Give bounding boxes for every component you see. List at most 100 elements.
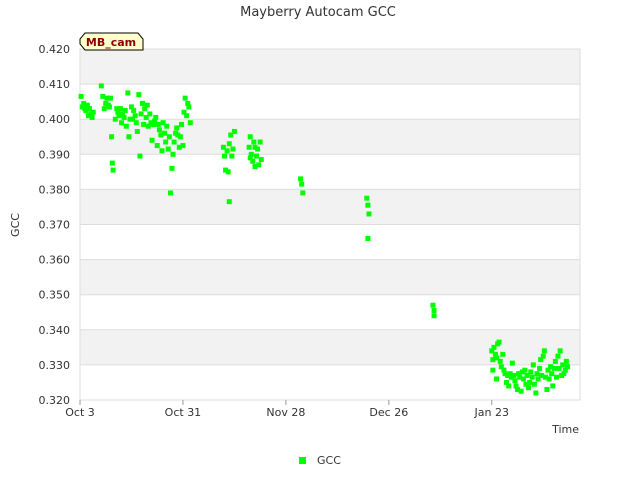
data-point: [511, 372, 517, 378]
data-point: [108, 95, 114, 101]
data-point: [90, 109, 96, 115]
data-point: [174, 125, 180, 131]
data-point: [496, 339, 502, 345]
data-point: [544, 386, 550, 392]
data-point: [526, 385, 532, 391]
data-point: [162, 130, 168, 136]
data-point: [170, 151, 176, 157]
y-tick-label: 0.330: [39, 359, 71, 372]
data-point: [132, 113, 138, 119]
data-point: [563, 358, 569, 364]
y-tick-label: 0.360: [39, 254, 71, 267]
chart-title: Mayberry Autocam GCC: [240, 5, 396, 20]
data-point: [117, 106, 123, 112]
data-point: [528, 369, 534, 375]
data-point: [98, 83, 104, 89]
data-point: [134, 128, 140, 134]
x-axis-ticks: Oct 3 Oct 31 Nov 28 Dec 26 Jan 23: [65, 400, 509, 419]
data-point: [149, 137, 155, 143]
y-tick-label: 0.380: [39, 183, 71, 196]
data-point: [155, 121, 161, 127]
data-point: [512, 378, 518, 384]
plot-area: [78, 48, 581, 401]
grid-band: [80, 259, 580, 295]
data-point: [171, 139, 177, 145]
x-tick-label: Jan 23: [474, 406, 509, 419]
data-point: [224, 148, 230, 154]
data-point: [497, 358, 503, 364]
y-tick-label: 0.400: [39, 113, 71, 126]
data-point: [549, 371, 555, 377]
data-point: [300, 190, 306, 196]
data-point: [125, 90, 131, 96]
data-point: [226, 141, 232, 147]
data-point: [131, 107, 137, 113]
data-point: [89, 114, 95, 120]
data-point: [247, 134, 253, 140]
data-point: [555, 353, 561, 359]
data-point: [540, 353, 546, 359]
data-point: [364, 195, 370, 201]
data-point: [156, 127, 162, 133]
data-point: [187, 120, 193, 126]
data-point: [164, 123, 170, 129]
tag-label: MB_cam: [79, 32, 144, 51]
data-point: [137, 153, 143, 159]
tag-label-text: MB_cam: [86, 36, 136, 49]
data-point: [531, 381, 537, 387]
data-point: [529, 374, 535, 380]
x-tick-label: Oct 3: [65, 406, 95, 419]
data-point: [221, 153, 227, 159]
data-point: [182, 95, 188, 101]
legend-swatch: [299, 457, 306, 464]
data-point: [430, 302, 436, 308]
data-point: [166, 134, 172, 140]
data-point: [257, 139, 263, 145]
x-tick-label: Dec 26: [369, 406, 408, 419]
data-point: [553, 374, 559, 380]
data-point: [258, 157, 264, 163]
data-point: [530, 362, 536, 368]
x-tick-label: Oct 31: [165, 406, 202, 419]
data-point: [247, 155, 253, 161]
data-point: [490, 367, 496, 373]
data-point: [557, 348, 563, 354]
data-point: [231, 128, 237, 134]
data-point: [229, 153, 235, 159]
grid-band: [80, 49, 580, 85]
data-point: [541, 348, 547, 354]
data-point: [136, 92, 142, 98]
y-axis-label: GCC: [9, 213, 22, 237]
data-point: [138, 111, 144, 117]
data-point: [180, 143, 186, 149]
data-point: [106, 104, 112, 110]
data-point: [509, 360, 515, 366]
data-point: [178, 121, 184, 127]
data-point: [551, 365, 557, 371]
data-point: [153, 114, 159, 120]
data-point: [494, 376, 500, 382]
data-point: [144, 102, 150, 108]
data-point: [527, 379, 533, 385]
data-point: [122, 107, 128, 113]
y-axis-ticks: 0.420 0.410 0.400 0.390 0.380 0.370 0.360 0.350…: [39, 43, 71, 407]
data-point: [256, 162, 262, 168]
data-point: [537, 365, 543, 371]
data-point: [140, 100, 145, 106]
data-point: [186, 104, 192, 110]
data-point: [565, 364, 570, 370]
data-point: [518, 388, 524, 394]
data-point: [159, 148, 165, 154]
chart: Mayberry Autocam GCC 0.420 0.410 0.400 0.39…: [9, 5, 581, 467]
data-point: [506, 383, 512, 389]
data-point: [109, 160, 115, 166]
data-point: [431, 313, 437, 319]
data-point: [133, 120, 139, 126]
data-point: [522, 367, 528, 373]
data-point: [252, 144, 258, 150]
data-point: [365, 202, 371, 208]
y-tick-label: 0.350: [39, 289, 71, 302]
data-point: [184, 113, 190, 119]
data-point: [253, 153, 259, 159]
data-point: [169, 165, 175, 171]
